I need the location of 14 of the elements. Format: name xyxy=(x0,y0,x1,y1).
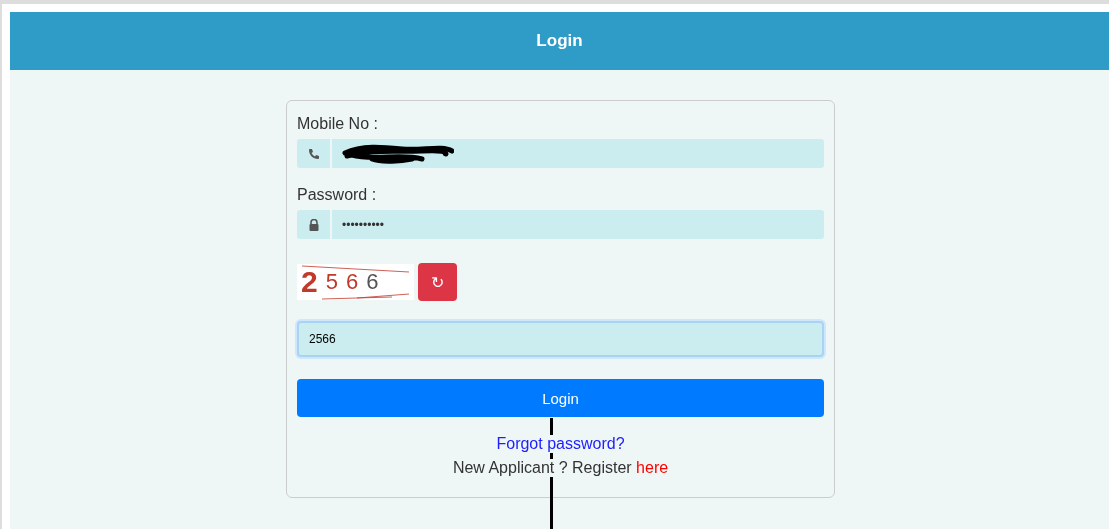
register-link[interactable]: here xyxy=(636,459,669,476)
password-field[interactable]: •••••••••• xyxy=(332,210,824,239)
lock-icon xyxy=(308,218,319,231)
forgot-password-link[interactable]: Forgot password? xyxy=(496,435,625,453)
field-label: Password : xyxy=(297,186,378,204)
refresh-button[interactable]: ↻ xyxy=(418,263,457,301)
phone-icon xyxy=(307,147,320,160)
captcha-input[interactable]: 2566 xyxy=(297,321,824,357)
page-title: Login xyxy=(536,31,583,51)
field-label: Mobile No : xyxy=(297,115,379,133)
register-text: New Applicant ? Register here xyxy=(452,459,669,477)
mobile-field[interactable] xyxy=(332,139,824,168)
login-button[interactable]: Login xyxy=(297,379,824,417)
captcha-image: 2 5 6 6 xyxy=(297,264,414,300)
